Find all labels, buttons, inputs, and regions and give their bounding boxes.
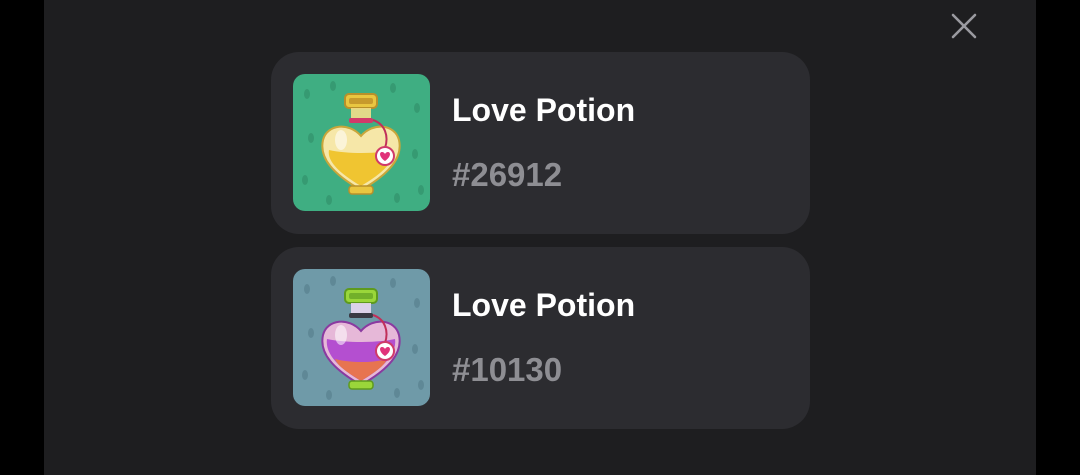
item-name: Love Potion xyxy=(452,287,636,323)
item-card[interactable]: Love Potion #10130 xyxy=(271,247,810,429)
yellow-heart-potion-icon xyxy=(293,74,430,211)
item-id: #26912 xyxy=(452,156,563,193)
item-name: Love Potion xyxy=(452,92,636,128)
purple-heart-potion-icon xyxy=(293,269,430,406)
close-icon xyxy=(951,13,977,39)
item-id: #10130 xyxy=(452,351,563,388)
item-thumbnail xyxy=(293,269,430,406)
close-button[interactable] xyxy=(946,8,982,44)
item-thumbnail xyxy=(293,74,430,211)
item-card[interactable]: Love Potion #26912 xyxy=(271,52,810,234)
